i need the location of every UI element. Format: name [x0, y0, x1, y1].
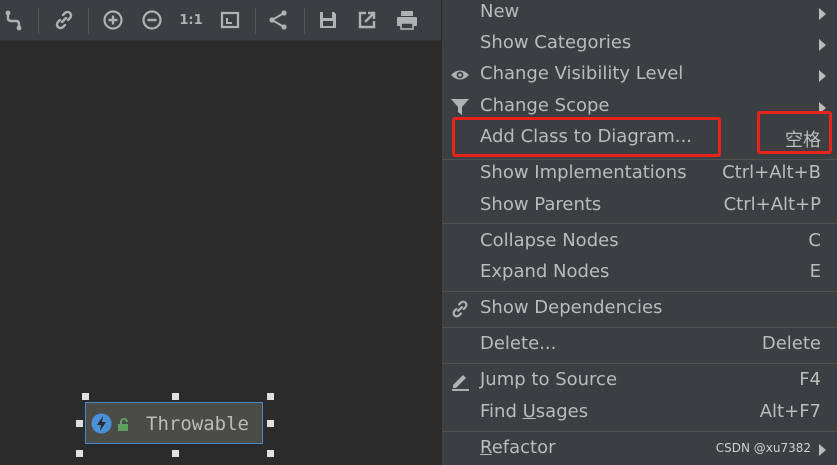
highlight-box-shortcut: [757, 111, 832, 154]
submenu-arrow-icon: [819, 70, 826, 82]
export-icon[interactable]: [353, 0, 381, 40]
menu-item-collapse-nodes[interactable]: Collapse Nodes C: [442, 227, 837, 258]
class-node-label: Throwable: [146, 413, 249, 435]
menu-item-label: Find Usages: [480, 401, 588, 422]
menu-item-shortcut: Ctrl+Alt+P: [723, 194, 821, 215]
mnemonic-letter: R: [480, 437, 492, 458]
menu-item-shortcut: C: [808, 230, 821, 251]
label-part: sages: [535, 401, 589, 422]
menu-item-label: Delete...: [480, 333, 557, 354]
print-icon[interactable]: [392, 0, 422, 40]
selection-handle[interactable]: [82, 393, 89, 400]
watermark: CSDN @xu7382: [715, 441, 811, 455]
diagram-toolbar: 1:1: [0, 0, 441, 41]
link-icon[interactable]: [50, 0, 78, 40]
menu-separator: [442, 223, 837, 224]
toolbar-separator: [88, 8, 89, 34]
menu-item-expand-nodes[interactable]: Expand Nodes E: [442, 258, 837, 289]
label-part: Find: [480, 401, 523, 422]
toolbar-separator: [304, 8, 305, 34]
menu-item-label: Expand Nodes: [480, 261, 610, 282]
menu-separator: [442, 431, 837, 432]
menu-item-shortcut: E: [809, 261, 821, 282]
mnemonic-letter: U: [522, 401, 536, 422]
menu-item-show-parents[interactable]: Show Parents Ctrl+Alt+P: [442, 191, 837, 222]
menu-item-label: Jump to Source: [480, 369, 618, 390]
link-icon: [450, 299, 470, 319]
class-node-throwable[interactable]: Throwable: [85, 402, 263, 444]
menu-item-label: Collapse Nodes: [480, 230, 619, 251]
selection-handle[interactable]: [267, 450, 274, 457]
menu-item-new[interactable]: New: [442, 0, 837, 29]
menu-item-shortcut: Ctrl+Alt+B: [722, 162, 821, 183]
fit-content-icon[interactable]: [216, 0, 244, 40]
eye-icon: [450, 65, 470, 85]
selection-handle[interactable]: [172, 450, 179, 457]
menu-item-label: Change Visibility Level: [480, 63, 684, 84]
menu-item-label: Refactor: [480, 437, 556, 458]
lock-open-icon: [117, 417, 131, 436]
highlight-box-add-class: [452, 117, 721, 157]
menu-separator: [442, 327, 837, 328]
menu-item-label: New: [480, 1, 520, 22]
menu-item-label: Change Scope: [480, 95, 610, 116]
selection-handle[interactable]: [172, 393, 179, 400]
menu-item-shortcut: F4: [799, 369, 821, 390]
menu-item-label: Show Parents: [480, 194, 602, 215]
menu-separator: [442, 363, 837, 364]
menu-item-show-dependencies[interactable]: Show Dependencies: [442, 294, 837, 325]
selection-handle[interactable]: [76, 420, 83, 427]
selection-handle[interactable]: [267, 420, 274, 427]
menu-separator: [442, 291, 837, 292]
menu-item-show-implementations[interactable]: Show Implementations Ctrl+Alt+B: [442, 159, 837, 190]
submenu-arrow-icon: [819, 444, 826, 456]
zoom-out-icon[interactable]: [138, 0, 166, 40]
submenu-arrow-icon: [819, 8, 826, 20]
save-icon[interactable]: [314, 0, 342, 40]
share-icon[interactable]: [264, 0, 292, 40]
menu-item-delete[interactable]: Delete... Delete: [442, 330, 837, 361]
actual-size-icon[interactable]: 1:1: [176, 0, 206, 40]
menu-item-label: Show Implementations: [480, 162, 687, 183]
filter-icon: [450, 97, 470, 117]
actual-size-label: 1:1: [179, 12, 203, 28]
class-icon: [91, 413, 112, 438]
menu-item-shortcut: Delete: [761, 333, 821, 354]
context-menu: New Show Categories Change Visibility Le…: [441, 0, 837, 465]
selection-handle[interactable]: [76, 450, 83, 457]
submenu-arrow-icon: [819, 39, 826, 51]
zoom-in-icon[interactable]: [99, 0, 127, 40]
menu-item-find-usages[interactable]: Find Usages Alt+F7: [442, 398, 837, 429]
menu-item-show-categories[interactable]: Show Categories: [442, 29, 837, 60]
menu-item-label: Show Dependencies: [480, 297, 663, 318]
route-icon[interactable]: [2, 0, 28, 40]
toolbar-separator: [255, 8, 256, 34]
edit-icon: [450, 371, 470, 391]
menu-item-change-visibility[interactable]: Change Visibility Level: [442, 60, 837, 91]
toolbar-separator: [38, 8, 39, 34]
label-part: efactor: [491, 437, 556, 458]
menu-item-label: Show Categories: [480, 32, 632, 53]
selection-handle[interactable]: [267, 393, 274, 400]
menu-item-jump-to-source[interactable]: Jump to Source F4: [442, 366, 837, 397]
menu-item-shortcut: Alt+F7: [759, 401, 821, 422]
